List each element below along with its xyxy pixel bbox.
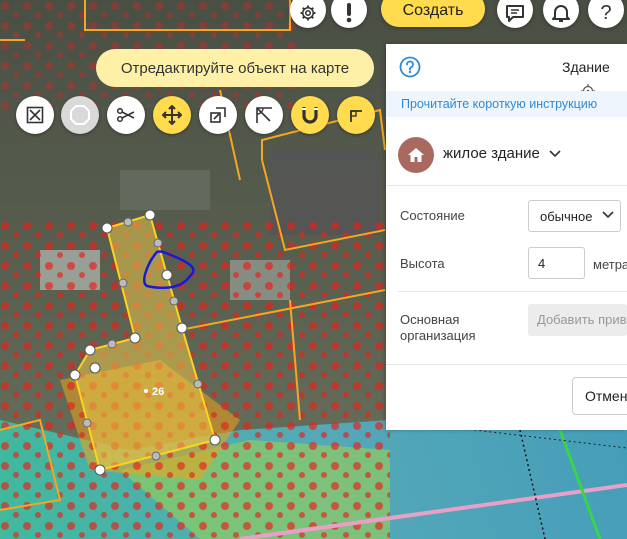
angle-tool[interactable] bbox=[245, 96, 283, 134]
midpoint-handle bbox=[193, 379, 203, 389]
magnet-tool[interactable] bbox=[291, 96, 329, 134]
octagon-icon bbox=[70, 105, 90, 125]
help-circle-icon[interactable] bbox=[399, 56, 421, 78]
move-arrows-icon bbox=[162, 105, 182, 125]
delete-vertex-tool[interactable] bbox=[16, 96, 54, 134]
chevron-down-icon bbox=[549, 150, 561, 158]
midpoint-handle bbox=[123, 217, 133, 227]
state-label: Состояние bbox=[400, 208, 465, 223]
vertex-handle bbox=[94, 464, 106, 476]
right-angle-icon bbox=[350, 110, 362, 122]
midpoint-handle bbox=[82, 418, 92, 428]
state-select[interactable]: обычное bbox=[528, 200, 621, 232]
chevron-down-icon bbox=[602, 211, 614, 219]
panel-header: Здание bbox=[386, 44, 627, 98]
instruction-link[interactable]: Прочитайте короткую инструкцию bbox=[386, 91, 627, 117]
gear-icon bbox=[300, 5, 316, 21]
midpoint-handle bbox=[153, 238, 163, 248]
vertex-handle bbox=[129, 332, 141, 344]
chat-icon bbox=[506, 5, 524, 22]
magnet-icon bbox=[302, 107, 318, 124]
building-panel: Здание Прочитайте короткую инструкцию жи… bbox=[386, 44, 627, 430]
height-unit: метра bbox=[593, 257, 627, 272]
polygon-tool[interactable] bbox=[61, 96, 99, 134]
category-label: жилое здание bbox=[443, 145, 540, 162]
height-input[interactable]: 4 bbox=[528, 247, 585, 279]
right-angle-tool[interactable] bbox=[337, 96, 375, 134]
vertex-handle bbox=[161, 269, 173, 281]
vertex-handle bbox=[144, 209, 156, 221]
edit-hint-tooltip: Отредактируйте объект на карте bbox=[96, 49, 374, 87]
divider bbox=[386, 185, 627, 186]
vertex-handle bbox=[69, 369, 81, 381]
state-value: обычное bbox=[540, 209, 593, 224]
height-label: Высота bbox=[400, 256, 445, 271]
question-icon: ? bbox=[600, 1, 612, 24]
vertex-handle bbox=[101, 222, 113, 234]
create-button[interactable]: Создать bbox=[381, 0, 485, 27]
vertex-handle bbox=[176, 322, 188, 334]
midpoint-handle bbox=[169, 296, 179, 306]
cancel-button[interactable]: Отменить bbox=[572, 377, 627, 415]
category-selector[interactable]: жилое здание bbox=[443, 145, 561, 162]
add-org-button[interactable]: Добавить привязку bbox=[528, 304, 627, 336]
exclamation-icon bbox=[346, 3, 352, 23]
vertex-handle bbox=[209, 434, 221, 446]
scissors-icon bbox=[117, 108, 135, 122]
org-label: Основная организация bbox=[400, 312, 476, 343]
cut-tool[interactable] bbox=[107, 96, 145, 134]
midpoint-handle bbox=[151, 451, 161, 461]
object-number-label: 26 bbox=[152, 386, 164, 398]
vertex-handle bbox=[89, 362, 101, 374]
bell-icon bbox=[552, 5, 570, 22]
house-icon bbox=[408, 148, 424, 162]
vertex-handle bbox=[84, 344, 96, 356]
midpoint-handle bbox=[118, 278, 128, 288]
divider bbox=[398, 291, 627, 292]
angle-icon bbox=[256, 107, 272, 123]
move-tool[interactable] bbox=[153, 96, 191, 134]
copy-shape-icon bbox=[210, 107, 226, 123]
cross-box-icon bbox=[26, 106, 44, 124]
divider bbox=[386, 364, 627, 365]
panel-title: Здание bbox=[562, 59, 610, 75]
midpoint-handle bbox=[107, 339, 117, 349]
copy-geometry-tool[interactable] bbox=[199, 96, 237, 134]
category-avatar bbox=[398, 137, 434, 173]
